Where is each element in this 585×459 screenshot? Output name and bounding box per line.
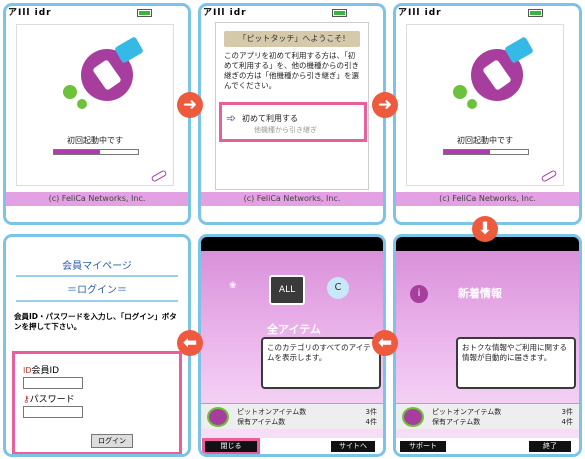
login-form: ID会員ID ⚷パスワード ログイン [12,351,182,454]
copyright-footer: (c) FeliCa Networks, Inc. [396,192,579,206]
item-menu: ❀ ALL C 全アイテム このカテゴリのすべてのアイテムを表示します。 ピット… [201,237,383,454]
password-label: ⚷パスワード [23,395,75,405]
news-info-box: おトクな情報やご利用に関する情報が自動的に届きます。 [456,337,576,389]
status-bar: アIll idr [396,6,579,20]
key-icon: ⚷ [23,395,30,405]
copyright-footer: (c) FeliCa Networks, Inc. [6,192,188,206]
id-icon: ID [23,366,32,375]
screen-news: i 新着情報 おトクな情報やご利用に関する情報が自動的に届きます。 ピットオンア… [393,234,582,457]
pen-icon [150,169,168,183]
signal-indicator: アIll idr [8,8,52,18]
app-flow-root: アIll idr 初回起動中です (c) FeliCa Networks, In… [0,0,585,459]
category-info-box: このカテゴリのすべてのアイテムを表示します。 [261,337,381,389]
news-title: 新着情報 [458,287,502,300]
progress-bar [443,149,529,155]
splash-panel: 初回起動中です [406,24,564,186]
felica-mini-icon [207,407,229,427]
screen-boot-2: アIll idr 初回起動中です (c) FeliCa Networks, In… [393,3,582,225]
all-category-button[interactable]: ALL [269,275,305,305]
signal-indicator: アIll idr [203,8,247,18]
battery-icon [528,9,543,17]
screen-all-items: ❀ ALL C 全アイテム このカテゴリのすべてのアイテムを表示します。 ピット… [198,234,386,457]
support-button[interactable]: サポート [400,441,446,452]
boot-message: 初回起動中です [67,136,123,145]
close-button[interactable]: 閉じる [202,438,260,454]
ticket-icon[interactable]: C [327,277,349,299]
flow-arrow-down-icon: ⬇ [472,216,498,242]
member-page-title: 会員マイページ [62,261,132,272]
flow-arrow-left-icon: ⬅ [372,330,398,356]
select-arrow-icon: ➾ [226,111,237,125]
copyright-footer: (c) FeliCa Networks, Inc. [201,192,383,206]
flow-arrow-right-icon: ➜ [372,92,398,118]
softkey-bar: 閉じる サイトへ [201,438,383,454]
member-id-label: ID会員ID [23,366,60,376]
progress-bar [53,149,139,155]
battery-icon [137,9,152,17]
password-input[interactable] [23,406,83,418]
softkey-bar: サポート 終了 [396,438,579,454]
news-menu: i 新着情報 おトクな情報やご利用に関する情報が自動的に届きます。 ピットオンア… [396,237,579,454]
login-instructions: 会員ID・パスワードを入力し、「ログイン」ボタンを押して下さい。 [14,312,177,331]
items-icon: ❀ [229,281,237,291]
top-bar [201,237,383,251]
flow-arrow-right-icon: ➜ [177,92,203,118]
divider [16,300,178,302]
felica-logo-icon [59,36,144,113]
end-button[interactable]: 終了 [529,441,571,452]
member-id-input[interactable] [23,377,83,389]
flow-arrow-left-icon: ⬅ [177,330,203,356]
status-bar: アIll idr [201,6,383,20]
felica-mini-icon [402,407,424,427]
welcome-text: このアプリを初めて利用する方は、「初めて利用する」を、他の機種からの引き継ぎの方… [224,51,359,90]
divider [16,275,178,277]
screen-boot-1: アIll idr 初回起動中です (c) FeliCa Networks, In… [3,3,191,225]
transfer-option[interactable]: 他機種から引き継ぎ [254,125,317,135]
pen-icon [540,169,558,183]
welcome-title: 「ピットタッチ」へようこそ! [224,31,360,47]
site-button[interactable]: サイトへ [331,441,375,452]
category-title: 全アイテム [267,323,321,336]
splash-panel: 初回起動中です [16,24,174,186]
signal-indicator: アIll idr [398,8,442,18]
boot-message: 初回起動中です [457,136,513,145]
status-bar: アIll idr [6,6,188,20]
login-button[interactable]: ログイン [91,434,133,448]
screen-member-login: 会員マイページ ＝ログイン＝ 会員ID・パスワードを入力し、「ログイン」ボタンを… [3,234,191,457]
first-use-option[interactable]: 初めて利用する [242,113,298,124]
felica-logo-icon [449,36,534,113]
info-icon: i [410,285,428,303]
start-choice-box: ➾ 初めて利用する 他機種から引き継ぎ [219,102,367,142]
battery-icon [332,9,347,17]
login-heading: ＝ログイン＝ [67,285,127,296]
screen-welcome: アIll idr 「ピットタッチ」へようこそ! このアプリを初めて利用する方は、… [198,3,386,225]
